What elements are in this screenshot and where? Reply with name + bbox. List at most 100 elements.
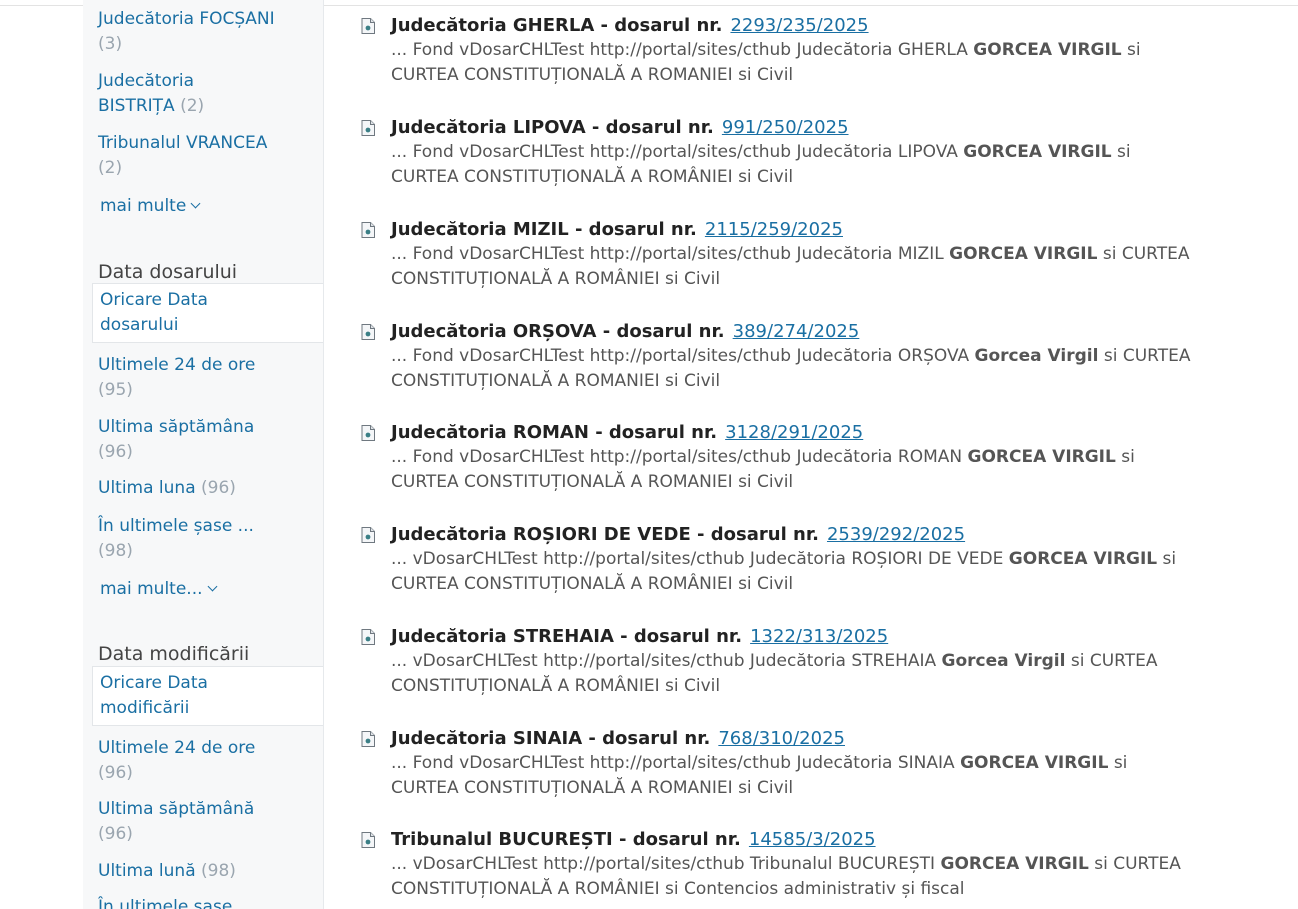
result-title: Judecătoria ROMAN - dosarul nr. 3128/291/… bbox=[391, 420, 863, 446]
filter-count: (2) bbox=[180, 96, 205, 116]
case-number-link[interactable]: 2293/235/2025 bbox=[730, 15, 868, 36]
result-title: Judecătoria ROȘIORI DE VEDE - dosarul nr… bbox=[391, 522, 965, 548]
filter-label: Tribunalul VRANCEA bbox=[98, 133, 268, 153]
court-show-more-link[interactable]: mai multe bbox=[100, 194, 201, 219]
filter-court-bistrita[interactable]: Judecătoria BISTRIȚA (2) bbox=[98, 69, 313, 119]
result-snippet: ... vDosarCHLTest http://portal/sites/ct… bbox=[391, 649, 1191, 699]
filter-count: (96) bbox=[98, 824, 133, 844]
case-number-link[interactable]: 2539/292/2025 bbox=[827, 524, 965, 545]
filter-label: Ultimele 24 de ore bbox=[98, 355, 256, 375]
document-icon bbox=[361, 18, 375, 34]
snippet-text: ... Fond vDosarCHLTest http://portal/sit… bbox=[391, 346, 975, 366]
highlighted-term: Gorcea Virgil bbox=[941, 651, 1066, 671]
highlighted-term: GORCEA VIRGIL bbox=[940, 854, 1089, 874]
filter-count: (2) bbox=[98, 158, 123, 178]
highlighted-term: GORCEA VIRGIL bbox=[949, 244, 1098, 264]
filter-count: (96) bbox=[98, 442, 133, 462]
filter-label: Ultimele 24 de ore bbox=[98, 738, 256, 758]
case-number-link[interactable]: 14585/3/2025 bbox=[749, 829, 876, 850]
dosar-date-show-more-link[interactable]: mai multe... bbox=[100, 577, 217, 602]
result-snippet: ... Fond vDosarCHLTest http://portal/sit… bbox=[391, 344, 1191, 394]
filter-count: (96) bbox=[201, 478, 236, 498]
filter-court-focsani[interactable]: Judecătoria FOCȘANI (3) bbox=[98, 7, 313, 57]
result-snippet: ... Fond vDosarCHLTest http://portal/sit… bbox=[391, 242, 1191, 292]
result-snippet: ... vDosarCHLTest http://portal/sites/ct… bbox=[391, 547, 1191, 597]
case-number-link[interactable]: 3128/291/2025 bbox=[725, 422, 863, 443]
highlighted-term: GORCEA VIRGIL bbox=[960, 753, 1109, 773]
filter-label-line2: BISTRIȚA bbox=[98, 96, 175, 116]
filter-label-line2: dosarului bbox=[100, 315, 179, 335]
highlighted-term: GORCEA VIRGIL bbox=[967, 447, 1116, 467]
document-icon bbox=[361, 527, 375, 543]
snippet-text: ... vDosarCHLTest http://portal/sites/ct… bbox=[391, 854, 941, 874]
filter-dosar-24h[interactable]: Ultimele 24 de ore (95) bbox=[98, 353, 313, 403]
result-snippet: ... Fond vDosarCHLTest http://portal/sit… bbox=[391, 140, 1191, 190]
result-title-text: Judecătoria ORȘOVA - dosarul nr. bbox=[391, 321, 725, 342]
filter-dosar-last-month[interactable]: Ultima luna (96) bbox=[98, 476, 313, 501]
result-snippet: ... vDosarCHLTest http://portal/sites/ct… bbox=[391, 852, 1191, 902]
result-title-text: Judecătoria STREHAIA - dosarul nr. bbox=[391, 626, 743, 647]
document-icon bbox=[361, 832, 375, 848]
document-icon bbox=[361, 222, 375, 238]
filter-dosar-last-week[interactable]: Ultima săptămâna (96) bbox=[98, 415, 313, 465]
result-title: Judecătoria SINAIA - dosarul nr. 768/310/… bbox=[391, 726, 845, 752]
result-snippet: ... Fond vDosarCHLTest http://portal/sit… bbox=[391, 38, 1191, 88]
filter-count: (3) bbox=[98, 34, 123, 54]
filter-modif-last-six[interactable]: În ultimele șase bbox=[98, 895, 313, 909]
sidebar-divider bbox=[323, 0, 324, 909]
section-heading-data-dosarului: Data dosarului bbox=[98, 261, 238, 283]
case-number-link[interactable]: 1322/313/2025 bbox=[750, 626, 888, 647]
result-title: Tribunalul BUCUREȘTI - dosarul nr. 14585/… bbox=[391, 827, 876, 853]
filter-modif-last-week[interactable]: Ultima săptămână (96) bbox=[98, 797, 313, 847]
case-number-link[interactable]: 2115/259/2025 bbox=[705, 219, 843, 240]
snippet-text: ... vDosarCHLTest http://portal/sites/ct… bbox=[391, 651, 942, 671]
filter-count: (95) bbox=[98, 380, 133, 400]
document-icon bbox=[361, 120, 375, 136]
filter-label: În ultimele șase bbox=[98, 897, 233, 909]
highlighted-term: GORCEA VIRGIL bbox=[1008, 549, 1158, 569]
snippet-text: ... Fond vDosarCHLTest http://portal/sit… bbox=[391, 447, 968, 467]
chevron-down-icon bbox=[190, 198, 201, 209]
refinement-panel: Judecătoria FOCȘANI (3) Judecătoria BIST… bbox=[83, 0, 323, 909]
document-icon bbox=[361, 731, 375, 747]
result-snippet: ... Fond vDosarCHLTest http://portal/sit… bbox=[391, 751, 1191, 801]
filter-court-vrancea[interactable]: Tribunalul VRANCEA (2) bbox=[98, 131, 313, 181]
snippet-text: ... Fond vDosarCHLTest http://portal/sit… bbox=[391, 753, 961, 773]
case-number-link[interactable]: 389/274/2025 bbox=[733, 321, 860, 342]
result-title: Judecătoria GHERLA - dosarul nr. 2293/235… bbox=[391, 13, 869, 39]
filter-any-data-dosarului[interactable]: Oricare Data dosarului bbox=[92, 283, 323, 343]
filter-label: Ultima săptămână bbox=[98, 799, 255, 819]
filter-modif-24h[interactable]: Ultimele 24 de ore (96) bbox=[98, 736, 313, 786]
result-snippet: ... Fond vDosarCHLTest http://portal/sit… bbox=[391, 445, 1191, 495]
filter-label-line2: modificării bbox=[100, 698, 190, 718]
snippet-text: ... Fond vDosarCHLTest http://portal/sit… bbox=[391, 40, 974, 60]
filter-label: Oricare Data bbox=[100, 290, 208, 310]
filter-dosar-last-six[interactable]: În ultimele șase ... (98) bbox=[98, 514, 313, 564]
result-title-text: Judecătoria MIZIL - dosarul nr. bbox=[391, 219, 697, 240]
case-number-link[interactable]: 991/250/2025 bbox=[722, 117, 849, 138]
result-title-text: Judecătoria ROȘIORI DE VEDE - dosarul nr… bbox=[391, 524, 819, 545]
filter-label: Judecătoria FOCȘANI bbox=[98, 9, 275, 29]
result-title: Judecătoria ORȘOVA - dosarul nr. 389/274/… bbox=[391, 319, 859, 345]
section-heading-data-modificarii: Data modificării bbox=[98, 643, 250, 665]
highlighted-term: GORCEA VIRGIL bbox=[973, 40, 1122, 60]
result-title: Judecătoria MIZIL - dosarul nr. 2115/259/… bbox=[391, 217, 843, 243]
case-number-link[interactable]: 768/310/2025 bbox=[718, 728, 845, 749]
filter-label: Ultima lună bbox=[98, 861, 196, 881]
result-title-text: Judecătoria LIPOVA - dosarul nr. bbox=[391, 117, 714, 138]
result-title-text: Judecătoria ROMAN - dosarul nr. bbox=[391, 422, 718, 443]
document-icon bbox=[361, 324, 375, 340]
filter-label: Judecătoria bbox=[98, 71, 194, 91]
filter-modif-last-month[interactable]: Ultima lună (98) bbox=[98, 859, 313, 884]
document-icon bbox=[361, 629, 375, 645]
snippet-text: ... Fond vDosarCHLTest http://portal/sit… bbox=[391, 244, 950, 264]
filter-count: (98) bbox=[201, 861, 236, 881]
filter-label: Oricare Data bbox=[100, 673, 208, 693]
filter-any-data-modificarii[interactable]: Oricare Data modificării bbox=[92, 666, 323, 726]
filter-label: În ultimele șase ... bbox=[98, 516, 254, 536]
snippet-text: ... Fond vDosarCHLTest http://portal/sit… bbox=[391, 142, 964, 162]
filter-label: Ultima luna bbox=[98, 478, 196, 498]
show-more-label: mai multe bbox=[100, 196, 187, 216]
filter-count: (96) bbox=[98, 763, 133, 783]
result-title: Judecătoria STREHAIA - dosarul nr. 1322/3… bbox=[391, 624, 888, 650]
